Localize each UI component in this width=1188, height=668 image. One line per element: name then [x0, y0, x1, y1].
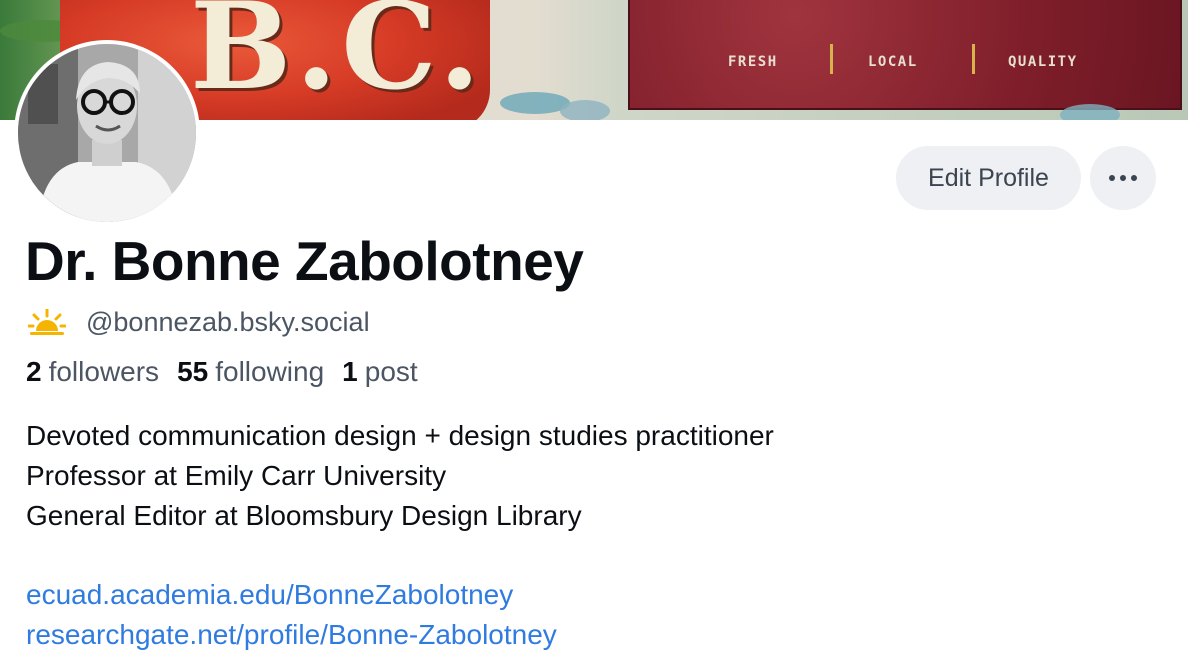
display-name: Dr. Bonne Zabolotney — [25, 230, 584, 292]
banner-sign: FRESH LOCAL QUALITY — [628, 0, 1182, 110]
following-count[interactable]: 55 — [177, 356, 208, 388]
avatar[interactable] — [14, 40, 200, 226]
researchgate-link[interactable]: researchgate.net/profile/Bonne-Zabolotne… — [26, 615, 557, 655]
banner-can-text: B.C. — [190, 0, 485, 117]
bio-line: Professor at Emily Carr University — [26, 460, 447, 491]
banner-sign-divider — [830, 44, 833, 74]
academia-link[interactable]: ecuad.academia.edu/BonneZabolotney — [26, 575, 557, 615]
profile-stats: 2 followers 55 following 1 post — [26, 356, 436, 388]
avatar-photo — [18, 44, 196, 222]
profile-bio: Devoted communication design + design st… — [26, 416, 774, 536]
more-horizontal-icon — [1109, 175, 1137, 181]
followers-label[interactable]: followers — [49, 356, 159, 388]
edit-profile-button[interactable]: Edit Profile — [896, 146, 1081, 210]
bio-line: Devoted communication design + design st… — [26, 420, 774, 451]
banner-sign-divider — [972, 44, 975, 74]
banner-sign-local: LOCAL — [868, 54, 918, 70]
avatar-portrait-icon — [18, 44, 196, 222]
banner-sign-fresh: FRESH — [728, 54, 778, 70]
bio-line: General Editor at Bloomsbury Design Libr… — [26, 500, 582, 531]
followers-count[interactable]: 2 — [26, 356, 42, 388]
handle-row: @bonnezab.bsky.social — [28, 302, 370, 342]
banner-leaf — [560, 100, 610, 120]
banner-leaf — [1060, 104, 1120, 120]
banner-sign-quality: QUALITY — [1008, 54, 1078, 70]
posts-count: 1 — [342, 356, 358, 387]
sun-icon — [28, 309, 66, 335]
profile-links: ecuad.academia.edu/BonneZabolotney resea… — [26, 575, 557, 655]
following-label[interactable]: following — [215, 356, 324, 388]
handle[interactable]: @bonnezab.bsky.social — [86, 307, 370, 338]
posts-label: post — [364, 356, 418, 387]
more-options-button[interactable] — [1090, 146, 1156, 210]
